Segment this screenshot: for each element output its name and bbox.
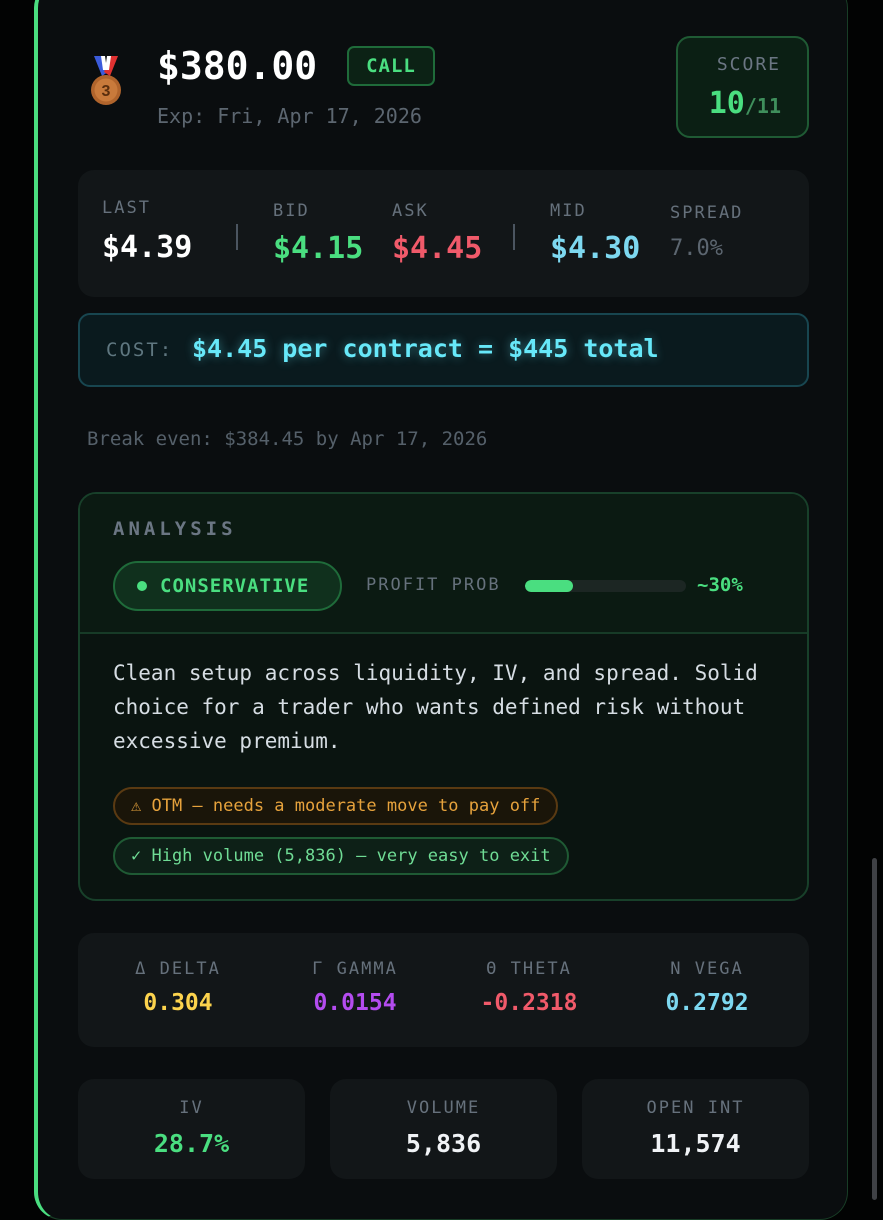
- analysis-panel: ANALYSIS CONSERVATIVE PROFIT PROB ~30% C…: [78, 492, 809, 901]
- analysis-description: Clean setup across liquidity, IV, and sp…: [113, 661, 758, 753]
- stat-open-interest: OPEN INT 11,574: [582, 1079, 809, 1179]
- spread-value: 7.0%: [670, 236, 723, 261]
- positive-chip: ✓ High volume (5,836) — very easy to exi…: [113, 837, 569, 875]
- greek-value: 0.0154: [313, 990, 397, 1016]
- profit-prob-bar: [525, 580, 686, 592]
- positive-chip-text: ✓ High volume (5,836) — very easy to exi…: [131, 846, 551, 866]
- stat-label: VOLUME: [406, 1098, 481, 1118]
- last-label: LAST: [102, 198, 151, 218]
- mid-label: MID: [550, 201, 587, 221]
- cost-value: $4.45 per contract = $445 total: [192, 334, 659, 363]
- quote-panel: LAST $4.39 BID $4.15 ASK $4.45 MID $4.30…: [78, 170, 809, 297]
- status-dot-icon: [137, 581, 147, 591]
- divider: [236, 224, 238, 250]
- option-type-badge: CALL: [347, 46, 435, 86]
- greek-label: Γ GAMMA: [312, 959, 398, 979]
- break-even-text: Break even: $384.45 by Apr 17, 2026: [87, 428, 488, 450]
- profit-prob-value: ~30%: [697, 574, 743, 596]
- profit-prob-fill: [525, 580, 574, 592]
- greek-value: 0.2792: [665, 990, 749, 1016]
- greek-label: N VEGA: [670, 959, 744, 979]
- divider: [513, 224, 515, 250]
- ask-price: $4.45: [392, 231, 483, 266]
- strike-price: $380.00: [157, 44, 318, 88]
- svg-text:3: 3: [102, 83, 111, 100]
- analysis-header: ANALYSIS CONSERVATIVE PROFIT PROB ~30%: [80, 494, 807, 634]
- score-box: SCORE 10/11: [676, 36, 809, 138]
- stat-value: 11,574: [650, 1129, 741, 1158]
- profit-prob-label: PROFIT PROB: [366, 575, 501, 595]
- score-value: 10/11: [709, 86, 781, 121]
- mid-price: $4.30: [550, 231, 641, 266]
- greeks-panel: Δ DELTA 0.304 Γ GAMMA 0.0154 Θ THETA -0.…: [78, 933, 809, 1047]
- cost-label: COST:: [106, 339, 174, 361]
- stat-iv: IV 28.7%: [78, 1079, 305, 1179]
- greek-label: Δ DELTA: [135, 959, 221, 979]
- greek-value: 0.304: [143, 990, 213, 1016]
- warning-chip: ⚠ OTM — needs a moderate move to pay off: [113, 787, 559, 825]
- bid-label: BID: [273, 201, 310, 221]
- greek-value: -0.2318: [480, 990, 578, 1016]
- ask-label: ASK: [392, 201, 429, 221]
- spread-label: SPREAD: [670, 203, 744, 223]
- bid-price: $4.15: [273, 231, 364, 266]
- score-label: SCORE: [716, 54, 781, 75]
- score-max: /11: [744, 94, 781, 118]
- warning-chip-text: ⚠ OTM — needs a moderate move to pay off: [131, 796, 541, 816]
- greek-label: Θ THETA: [486, 959, 572, 979]
- last-price: $4.39: [102, 230, 193, 265]
- third-place-medal-icon: 3: [88, 56, 124, 108]
- stat-volume: VOLUME 5,836: [330, 1079, 557, 1179]
- analysis-title: ANALYSIS: [113, 518, 237, 540]
- stat-value: 5,836: [405, 1129, 482, 1158]
- score-number: 10: [708, 86, 745, 121]
- expiration-date: Exp: Fri, Apr 17, 2026: [157, 104, 422, 128]
- stat-label: IV: [179, 1098, 204, 1118]
- stat-label: OPEN INT: [646, 1098, 745, 1118]
- strategy-badge: CONSERVATIVE: [113, 561, 342, 611]
- scrollbar[interactable]: [872, 858, 877, 1200]
- cost-panel: COST: $4.45 per contract = $445 total: [78, 313, 809, 387]
- strategy-label: CONSERVATIVE: [160, 575, 310, 597]
- stat-value: 28.7%: [153, 1129, 230, 1158]
